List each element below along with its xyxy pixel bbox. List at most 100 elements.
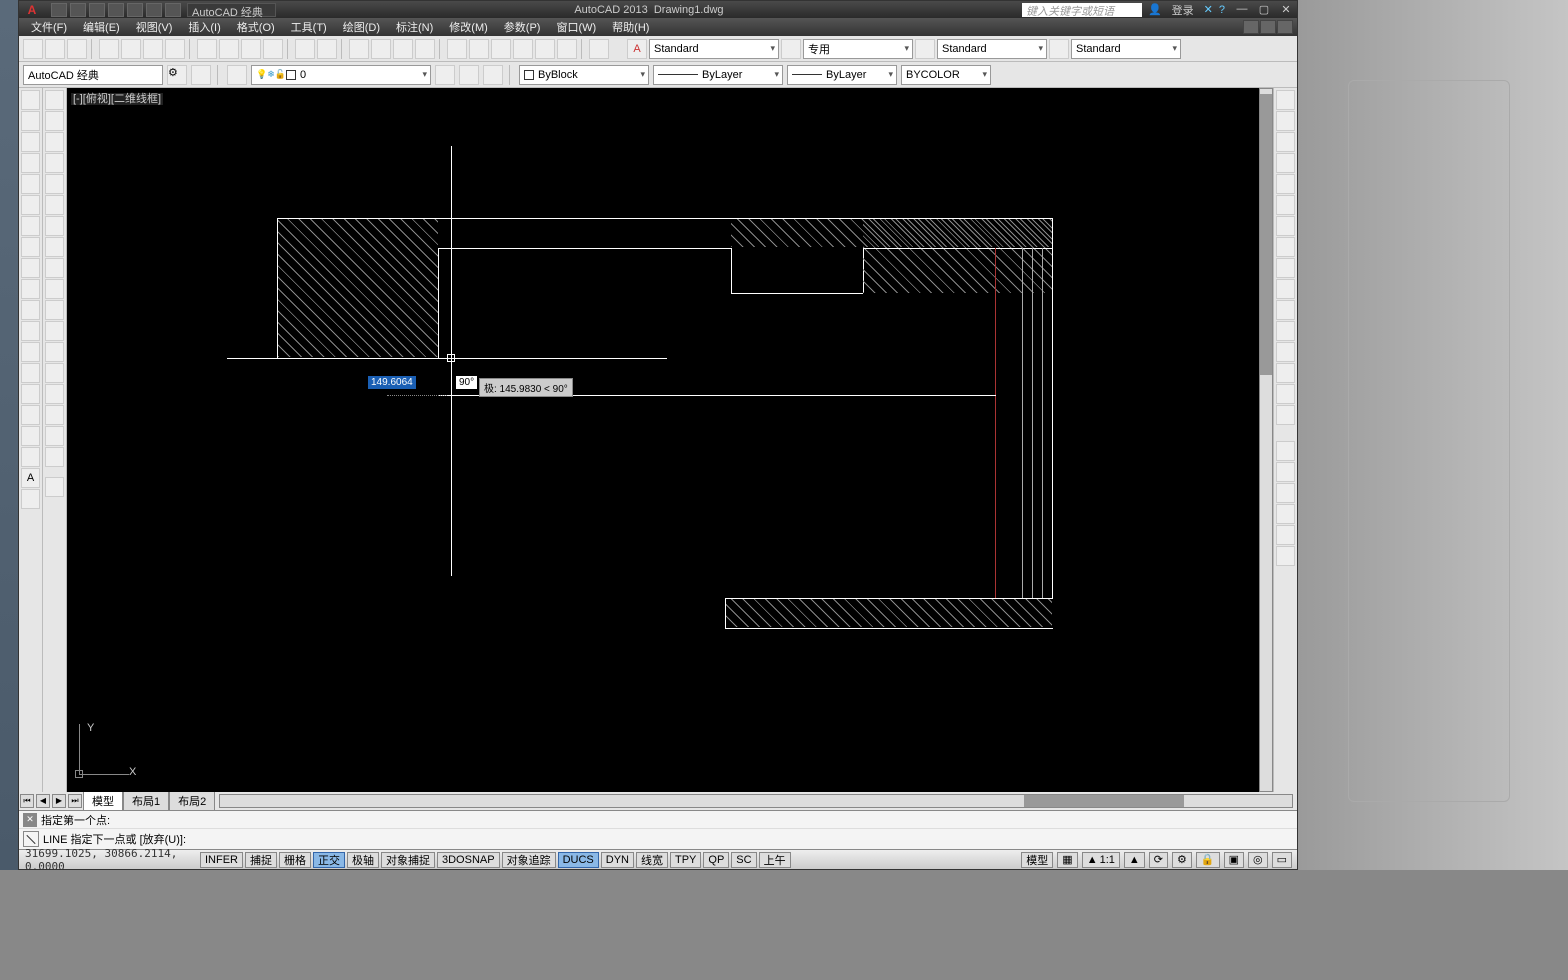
- table-icon[interactable]: [21, 447, 40, 467]
- spline-icon[interactable]: [21, 258, 40, 278]
- tab-model[interactable]: 模型: [83, 791, 123, 811]
- layer-prev-icon[interactable]: [459, 65, 479, 85]
- status-对象捕捉-button[interactable]: 对象捕捉: [381, 852, 435, 868]
- menu-tools[interactable]: 工具(T): [283, 19, 335, 35]
- zoom-prev-icon[interactable]: [415, 39, 435, 59]
- line-icon[interactable]: [21, 90, 40, 110]
- annovis-icon[interactable]: ▲: [1124, 852, 1145, 868]
- horizontal-scrollbar[interactable]: [219, 794, 1293, 808]
- linetype-dropdown[interactable]: ByLayer: [653, 65, 783, 85]
- exchange-icon[interactable]: ✕: [1204, 3, 1213, 16]
- status-ducs-button[interactable]: DUCS: [558, 852, 599, 868]
- help-icon[interactable]: ?: [1219, 4, 1225, 16]
- off-layer-icon[interactable]: [1276, 504, 1295, 524]
- login-button[interactable]: 登录: [1168, 2, 1198, 18]
- status-对象追踪-button[interactable]: 对象追踪: [502, 852, 556, 868]
- isolate-obj-icon[interactable]: ◎: [1248, 852, 1268, 868]
- status-dyn-button[interactable]: DYN: [601, 852, 634, 868]
- ellipse-icon[interactable]: [21, 279, 40, 299]
- status-3dosnap-button[interactable]: 3DOSNAP: [437, 852, 500, 868]
- qat-undo-icon[interactable]: [146, 3, 162, 17]
- workspace-dropdown[interactable]: AutoCAD 经典: [187, 3, 276, 17]
- uniso-layer-icon[interactable]: [1276, 462, 1295, 482]
- doc-restore-button[interactable]: [1260, 20, 1276, 34]
- minimize-button[interactable]: —: [1231, 3, 1253, 16]
- plotstyle-dropdown[interactable]: BYCOLOR: [901, 65, 991, 85]
- tab-next-button[interactable]: ▶: [52, 794, 66, 808]
- dim-style-dropdown[interactable]: 专用: [803, 39, 913, 59]
- match-layer-icon[interactable]: [1276, 546, 1295, 566]
- layer-iso-icon[interactable]: [483, 65, 503, 85]
- ws-toolbar-icon[interactable]: [191, 65, 211, 85]
- sheet-set-icon[interactable]: [513, 39, 533, 59]
- draworder-icon[interactable]: [1276, 321, 1295, 341]
- dim-linear-icon[interactable]: [1276, 153, 1295, 173]
- zoom-rt-icon[interactable]: [371, 39, 391, 59]
- copy-icon[interactable]: [219, 39, 239, 59]
- scale-r-icon[interactable]: [1276, 279, 1295, 299]
- tool-palette-icon[interactable]: [491, 39, 511, 59]
- tab-first-button[interactable]: ⏮: [20, 794, 34, 808]
- menu-dimension[interactable]: 标注(N): [388, 19, 441, 35]
- rotate-icon[interactable]: [45, 216, 64, 236]
- tab-layout2[interactable]: 布局2: [169, 791, 215, 811]
- plot-icon[interactable]: [99, 39, 119, 59]
- doc-close-button[interactable]: [1277, 20, 1293, 34]
- drawing-viewport[interactable]: [-][俯视][二维线框]: [67, 88, 1259, 792]
- close-button[interactable]: ✕: [1275, 3, 1297, 16]
- menu-format[interactable]: 格式(O): [229, 19, 283, 35]
- tab-prev-button[interactable]: ◀: [36, 794, 50, 808]
- qat-saveas-icon[interactable]: [108, 3, 124, 17]
- qat-plot-icon[interactable]: [127, 3, 143, 17]
- save-icon[interactable]: [67, 39, 87, 59]
- menu-window[interactable]: 窗口(W): [548, 19, 604, 35]
- menu-draw[interactable]: 绘图(D): [335, 19, 388, 35]
- erase-icon[interactable]: [45, 90, 64, 110]
- qat-save-icon[interactable]: [89, 3, 105, 17]
- coordinates-display[interactable]: 31699.1025, 30866.2114, 0.0000: [19, 847, 199, 873]
- menu-insert[interactable]: 插入(I): [180, 19, 228, 35]
- status-线宽-button[interactable]: 线宽: [636, 852, 668, 868]
- layer-prop-icon[interactable]: [227, 65, 247, 85]
- status-栅格-button[interactable]: 栅格: [279, 852, 311, 868]
- ellipse-arc-icon[interactable]: [21, 300, 40, 320]
- plot-preview-icon[interactable]: [121, 39, 141, 59]
- mleader-style-dropdown[interactable]: Standard: [1071, 39, 1181, 59]
- menu-view[interactable]: 视图(V): [128, 19, 181, 35]
- mleader-style-icon[interactable]: [1049, 39, 1069, 59]
- help-tb-icon[interactable]: [589, 39, 609, 59]
- status-sc-button[interactable]: SC: [731, 852, 756, 868]
- menu-file[interactable]: 文件(F): [23, 19, 75, 35]
- cmd-close-button[interactable]: ✕: [23, 813, 37, 827]
- layer-r-icon[interactable]: [1276, 384, 1295, 404]
- join-icon[interactable]: [45, 363, 64, 383]
- qat-open-icon[interactable]: [70, 3, 86, 17]
- paste-icon[interactable]: [241, 39, 261, 59]
- hardware-accel-icon[interactable]: ▣: [1224, 852, 1244, 868]
- select-similar-icon[interactable]: [1276, 111, 1295, 131]
- publish-icon[interactable]: [143, 39, 163, 59]
- paint-r-icon[interactable]: [1276, 405, 1295, 425]
- mirror-r-icon[interactable]: [1276, 258, 1295, 278]
- region-icon[interactable]: [21, 426, 40, 446]
- undo-icon[interactable]: [295, 39, 315, 59]
- color-dropdown[interactable]: ByBlock: [519, 65, 649, 85]
- gradient-icon[interactable]: [21, 405, 40, 425]
- layer-states-icon[interactable]: [435, 65, 455, 85]
- iso-layer-icon[interactable]: [1276, 441, 1295, 461]
- status-极轴-button[interactable]: 极轴: [347, 852, 379, 868]
- explode-icon[interactable]: [45, 447, 64, 467]
- modelspace-button[interactable]: 模型: [1021, 852, 1053, 868]
- arc-icon[interactable]: [21, 195, 40, 215]
- status-上午-button[interactable]: 上午: [759, 852, 791, 868]
- cmd-input[interactable]: LINE 指定下一点或 [放弃(U)]:: [43, 831, 186, 847]
- design-center-icon[interactable]: [469, 39, 489, 59]
- copy-obj-icon[interactable]: [45, 111, 64, 131]
- cut-icon[interactable]: [197, 39, 217, 59]
- grid-display-icon[interactable]: ▦: [1057, 852, 1077, 868]
- lock-ui-icon[interactable]: 🔒: [1196, 852, 1220, 868]
- mirror-icon[interactable]: [45, 132, 64, 152]
- dim-style-icon[interactable]: [781, 39, 801, 59]
- vertical-scrollbar[interactable]: [1259, 88, 1273, 792]
- workspace-combo[interactable]: AutoCAD 经典: [23, 65, 163, 85]
